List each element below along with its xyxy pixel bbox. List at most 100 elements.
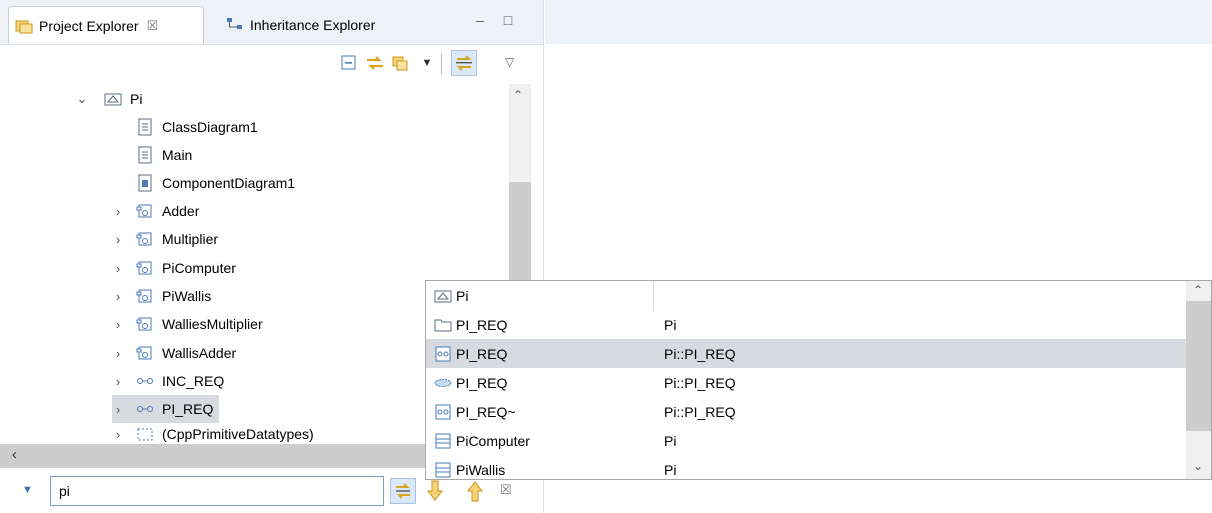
- component-icon: [136, 230, 154, 248]
- tree-item-label: INC_REQ: [162, 373, 225, 389]
- scroll-up-icon[interactable]: ⌃: [513, 88, 523, 102]
- tree-item-walliesmultiplier[interactable]: › WalliesMultiplier: [112, 310, 263, 338]
- editor-area-header: [545, 0, 1212, 44]
- component-icon: [136, 202, 154, 220]
- component-icon: [136, 259, 154, 277]
- filter-link-button[interactable]: [390, 478, 416, 504]
- next-match-button[interactable]: [425, 479, 447, 503]
- tree-item-label: WallisAdder: [162, 345, 237, 361]
- tree-item-label: Adder: [162, 203, 200, 219]
- tree-item-wallisadder[interactable]: › WallisAdder: [112, 339, 236, 367]
- tree-item-pi-req[interactable]: › PI_REQ: [112, 395, 220, 423]
- chevron-down-icon[interactable]: ⌄: [76, 91, 88, 107]
- tree-item-adder[interactable]: › Adder: [112, 197, 200, 225]
- view-menu-chevron-icon[interactable]: ▽: [505, 55, 514, 69]
- class-icon: [434, 461, 452, 479]
- port-icon: [434, 345, 452, 363]
- tab-inheritance-explorer-label: Inheritance Explorer: [250, 17, 376, 33]
- component-diagram-icon: [136, 174, 154, 192]
- imported-package-icon: [136, 425, 154, 443]
- component-icon: [136, 315, 154, 333]
- tree-item-piwallis[interactable]: › PiWallis: [112, 282, 211, 310]
- scroll-down-icon[interactable]: ⌄: [1193, 459, 1203, 473]
- tab-inheritance-explorer[interactable]: Inheritance Explorer: [222, 6, 442, 44]
- tree-item-classdiagram1[interactable]: ClassDiagram1: [136, 113, 258, 141]
- filter-input[interactable]: [50, 476, 384, 506]
- maximize-button[interactable]: □: [500, 12, 516, 28]
- tree-item-cppprimitivedatatypes[interactable]: › (CppPrimitiveDatatypes): [112, 423, 314, 445]
- minimize-button[interactable]: –: [472, 12, 488, 28]
- tree-item-inc-req[interactable]: › INC_REQ: [112, 367, 224, 395]
- list-item[interactable]: PI_REQ~ Pi::PI_REQ: [426, 397, 1186, 426]
- operation-icon: [434, 374, 452, 392]
- chevron-right-icon[interactable]: ›: [112, 374, 124, 389]
- filter-arrows-icon: [396, 483, 410, 499]
- filter-dropdown-icon[interactable]: ▼: [22, 484, 33, 496]
- package-icon: [434, 287, 452, 305]
- sync-arrows-icon: [367, 56, 383, 70]
- result-name: PI_REQ: [456, 316, 508, 333]
- tree-item-label: PiComputer: [162, 260, 236, 276]
- tree-item-multiplier[interactable]: › Multiplier: [112, 225, 218, 253]
- tree-item-componentdiagram1[interactable]: ComponentDiagram1: [136, 169, 295, 197]
- result-qualifier: Pi::PI_REQ: [664, 345, 736, 362]
- tree-node-pi[interactable]: ⌄ Pi: [76, 85, 143, 113]
- collapse-all-icon: [341, 55, 356, 70]
- link-with-editor-button[interactable]: [364, 52, 386, 74]
- result-qualifier: Pi::PI_REQ: [664, 403, 736, 420]
- clear-filter-icon[interactable]: ☒: [500, 482, 512, 498]
- result-name: PI_REQ: [456, 345, 508, 362]
- tree-item-label: ClassDiagram1: [162, 119, 258, 135]
- view-menu-button[interactable]: [390, 52, 412, 74]
- chevron-right-icon[interactable]: ›: [112, 346, 124, 361]
- tree-item-main[interactable]: Main: [136, 141, 192, 169]
- chevron-right-icon[interactable]: ›: [112, 261, 124, 276]
- scroll-left-icon[interactable]: ‹: [12, 446, 17, 463]
- result-qualifier: Pi: [664, 316, 677, 333]
- chevron-down-icon[interactable]: ▼: [416, 52, 438, 74]
- chevron-right-icon[interactable]: ›: [112, 204, 124, 219]
- component-icon: [136, 287, 154, 305]
- folder-stack-icon: [392, 56, 408, 71]
- list-item[interactable]: PiWallis Pi: [426, 455, 1186, 479]
- filter-toggle-button[interactable]: [451, 50, 477, 76]
- popup-scrollbar-thumb[interactable]: [1186, 301, 1211, 431]
- list-item[interactable]: PiComputer Pi: [426, 426, 1186, 455]
- scroll-up-icon[interactable]: ⌃: [1193, 283, 1203, 297]
- tree-item-picomputer[interactable]: › PiComputer: [112, 254, 236, 282]
- class-icon: [434, 432, 452, 450]
- list-item[interactable]: Pi: [426, 281, 1186, 310]
- result-qualifier: Pi: [664, 461, 677, 478]
- tree-item-label: (CppPrimitiveDatatypes): [162, 426, 314, 442]
- list-item[interactable]: PI_REQ Pi: [426, 310, 1186, 339]
- diagram-icon: [136, 146, 154, 164]
- tab-bar: Project Explorer ☒ Inheritance Explorer …: [0, 0, 543, 45]
- chevron-right-icon[interactable]: ›: [112, 427, 124, 442]
- port-icon: [434, 403, 452, 421]
- component-icon: [136, 344, 154, 362]
- result-name: PiWallis: [456, 461, 506, 478]
- project-explorer-icon: [15, 18, 33, 34]
- arrow-down-icon: [426, 480, 444, 501]
- chevron-right-icon[interactable]: ›: [112, 289, 124, 304]
- result-qualifier: Pi: [664, 432, 677, 449]
- result-name: PI_REQ: [456, 374, 508, 391]
- interface-icon: [136, 372, 154, 390]
- interface-icon: [136, 400, 154, 418]
- previous-match-button[interactable]: [465, 479, 487, 503]
- chevron-right-icon[interactable]: ›: [112, 317, 124, 332]
- tree-item-label: PI_REQ: [162, 401, 214, 417]
- hierarchy-icon: [226, 17, 244, 33]
- collapse-all-button[interactable]: [338, 52, 360, 74]
- filter-arrows-icon: [456, 55, 472, 71]
- column-divider: [653, 281, 654, 310]
- result-name: Pi: [456, 287, 469, 304]
- list-item[interactable]: PI_REQ Pi::PI_REQ: [426, 368, 1186, 397]
- tree-item-label: Main: [162, 147, 193, 163]
- chevron-right-icon[interactable]: ›: [112, 402, 124, 417]
- close-icon[interactable]: ☒: [147, 18, 159, 34]
- tree-item-label: PiWallis: [162, 288, 212, 304]
- list-item[interactable]: PI_REQ Pi::PI_REQ: [426, 339, 1186, 368]
- chevron-right-icon[interactable]: ›: [112, 232, 124, 247]
- tab-project-explorer[interactable]: Project Explorer ☒: [8, 6, 204, 44]
